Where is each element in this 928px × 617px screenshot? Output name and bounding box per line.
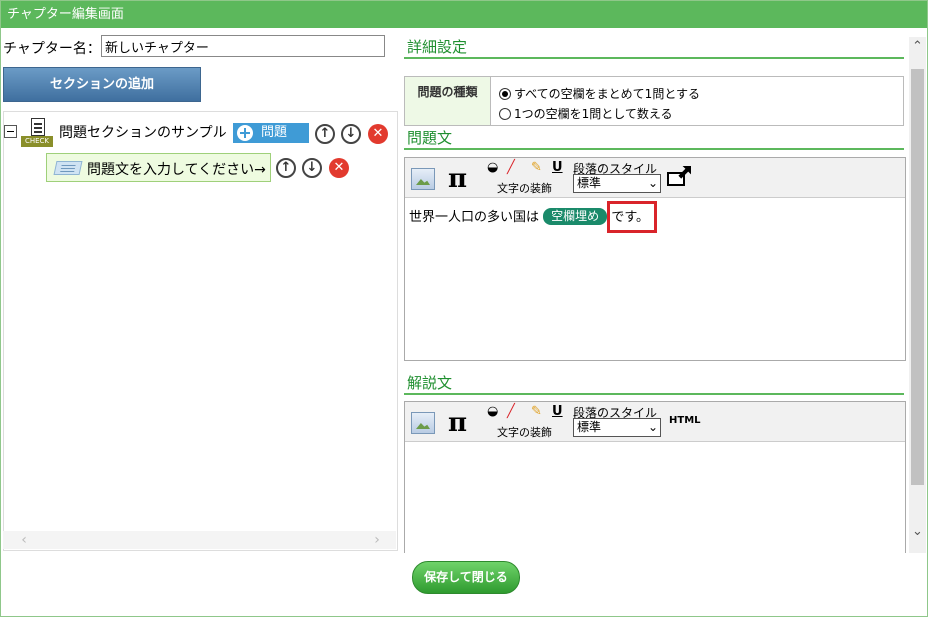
add-question-button[interactable]: 問題 (233, 123, 309, 143)
check-section-icon: CHECK (21, 118, 53, 148)
scroll-left-icon[interactable]: ‹ (15, 531, 33, 549)
question-move-up-icon[interactable]: ↑ (276, 158, 296, 178)
check-tag: CHECK (21, 136, 53, 147)
question-editor: π ◒ ╱ ✎ U 文字の装飾 段落のスタイル 標準 ⌄ 世界一人口の多い国は … (404, 157, 906, 361)
eraser-icon[interactable]: ◒ (487, 404, 498, 420)
scroll-right-icon[interactable]: › (368, 531, 386, 549)
eraser-icon[interactable]: ◒ (487, 160, 498, 176)
explanation-editor-toolbar: π ◒ ╱ ✎ U 文字の装飾 段落のスタイル 標準 ⌄ HTML (405, 402, 905, 442)
plus-icon (237, 125, 253, 141)
html-toggle-button[interactable]: HTML (669, 415, 701, 426)
insert-formula-icon[interactable]: π (448, 408, 467, 438)
radio-unselected-icon[interactable] (499, 108, 511, 120)
question-item[interactable]: 問題文を入力してください→ (46, 153, 271, 182)
text-decoration-label: 文字の装飾 (497, 182, 552, 195)
detail-pane: 詳細設定 問題の種類 すべての空欄をまとめて1問とする 1つの空欄を1問として数… (401, 31, 909, 553)
text-decoration-label: 文字の装飾 (497, 426, 552, 439)
question-editor-toolbar: π ◒ ╱ ✎ U 文字の装飾 段落のスタイル 標準 ⌄ (405, 158, 905, 198)
save-and-close-button[interactable]: 保存して閉じる (412, 561, 520, 594)
insert-image-icon[interactable] (411, 412, 435, 434)
explanation-editor: π ◒ ╱ ✎ U 文字の装飾 段落のスタイル 標準 ⌄ HTML (404, 401, 906, 553)
scroll-up-icon[interactable]: ⌃ (909, 38, 926, 55)
collapse-toggle-icon[interactable] (4, 125, 17, 138)
text-decoration-icons: ◒ ╱ ✎ U (487, 404, 563, 420)
question-doc-icon (53, 161, 83, 175)
detail-vertical-scrollbar[interactable]: ⌃ ⌄ (909, 37, 926, 553)
question-move-down-icon[interactable]: ↓ (302, 158, 322, 178)
pen-red-icon[interactable]: ╱ (507, 404, 515, 420)
chapter-name-input[interactable] (101, 35, 385, 57)
question-item-text: 問題文を入力してください→ (87, 162, 266, 178)
paragraph-style-select[interactable]: 標準 ⌄ (573, 418, 661, 437)
question-type-label: 問題の種類 (405, 77, 491, 125)
cursor-highlight-box (607, 201, 657, 233)
add-question-label: 問題 (261, 125, 288, 140)
window-title: チャプター編集画面 (1, 1, 927, 28)
html-export-icon[interactable] (667, 166, 693, 188)
radio-selected-icon[interactable] (499, 88, 511, 100)
explanation-heading: 解説文 (404, 371, 904, 395)
question-text-heading: 問題文 (404, 126, 904, 150)
add-section-button[interactable]: セクションの追加 (3, 67, 201, 102)
text-decoration-icons: ◒ ╱ ✎ U (487, 160, 563, 176)
insert-image-icon[interactable] (411, 168, 435, 190)
section-delete-icon[interactable]: ✕ (368, 124, 388, 144)
question-type-option-all[interactable]: すべての空欄をまとめて1問とする (499, 85, 700, 102)
section-move-up-icon[interactable]: ↑ (315, 124, 335, 144)
chapter-name-label: チャプター名： (3, 41, 101, 57)
chevron-down-icon: ⌄ (647, 420, 658, 434)
underline-icon[interactable]: U (552, 404, 563, 420)
chevron-down-icon: ⌄ (647, 176, 658, 190)
paragraph-style-select[interactable]: 標準 ⌄ (573, 174, 661, 193)
insert-formula-icon[interactable]: π (448, 164, 467, 194)
blank-fill-chip[interactable]: 空欄埋め (543, 208, 608, 225)
chapter-edit-window: チャプター編集画面 チャプター名： セクションの追加 CHECK 問題セクション… (0, 0, 928, 617)
scroll-thumb[interactable] (911, 69, 924, 485)
section-move-down-icon[interactable]: ↓ (341, 124, 361, 144)
tree-horizontal-scrollbar[interactable]: ‹ › (3, 531, 396, 549)
section-title[interactable]: 問題セクションのサンプル (59, 122, 227, 142)
question-delete-icon[interactable]: ✕ (329, 158, 349, 178)
question-type-box: 問題の種類 すべての空欄をまとめて1問とする 1つの空欄を1問として数える (404, 76, 904, 126)
highlighter-icon[interactable]: ✎ (531, 404, 542, 420)
underline-icon[interactable]: U (552, 160, 563, 176)
detail-settings-heading: 詳細設定 (404, 35, 904, 59)
highlighter-icon[interactable]: ✎ (531, 160, 542, 176)
question-type-option-each[interactable]: 1つの空欄を1問として数える (499, 105, 673, 122)
scroll-down-icon[interactable]: ⌄ (909, 523, 926, 540)
pen-red-icon[interactable]: ╱ (507, 160, 515, 176)
